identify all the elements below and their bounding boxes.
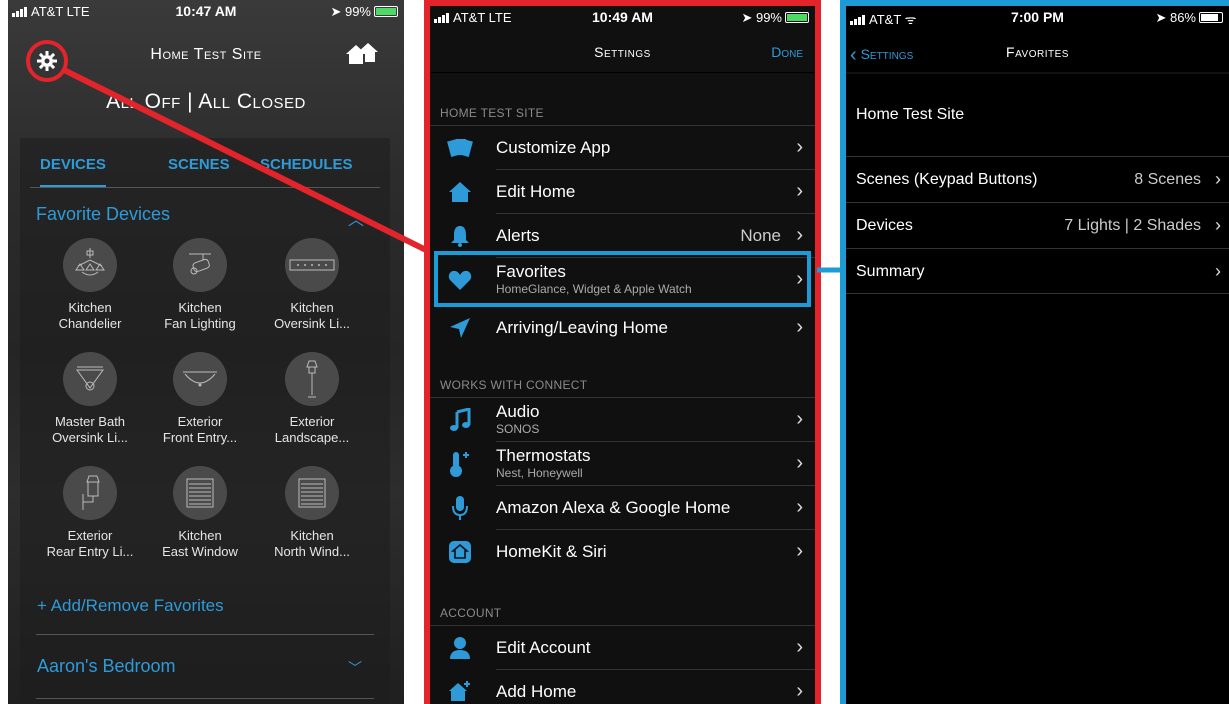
chevron-right-icon: › [796, 636, 803, 658]
status-bar: AT&T LTE 10:47 AM ➤ 99% [8, 0, 404, 22]
settings-row-alexa[interactable]: Amazon Alexa & Google Home › [430, 486, 815, 530]
favorites-screen: AT&T ᯤ 7:00 PM ➤ 86% ‹ Settings Favorite… [840, 0, 1229, 704]
chevron-right-icon: › [1215, 169, 1221, 189]
site-name: Home Test Site [856, 106, 965, 123]
device-tile[interactable]: Exterior Rear Entry Li... [40, 466, 140, 560]
tab-schedules[interactable]: SCHEDULES [260, 156, 353, 173]
pendant-icon [63, 352, 117, 406]
settings-row-arriving[interactable]: Arriving/Leaving Home › [430, 306, 815, 350]
settings-row-thermostats[interactable]: Thermostats Nest, Honeywell › [430, 442, 815, 486]
section-header: HOME TEST SITE [440, 106, 544, 120]
device-tile[interactable]: Kitchen Oversink Li... [262, 238, 362, 332]
status-bar: AT&T LTE 10:49 AM ➤ 99% [430, 6, 815, 28]
settings-row-edit-home[interactable]: Edit Home › [430, 170, 815, 214]
user-icon [446, 634, 474, 662]
battery-percent: 99% [344, 4, 371, 19]
device-tile[interactable]: Kitchen Chandelier [40, 238, 140, 332]
home-icon [446, 178, 474, 206]
music-note-icon [446, 406, 474, 434]
chevron-right-icon: › [796, 224, 803, 246]
chevron-right-icon: › [796, 136, 803, 158]
add-home-icon [446, 678, 474, 704]
ceiling-light-icon [173, 352, 227, 406]
room-heading[interactable]: Aaron's Bedroom [37, 656, 176, 677]
settings-row-add-home[interactable]: Add Home › [430, 670, 815, 704]
nav-bar: Settings Done [430, 34, 815, 70]
location-icon: ➤ [1155, 10, 1167, 25]
chevron-right-icon: › [1215, 261, 1221, 281]
chevron-up-icon[interactable]: ︿ [348, 206, 364, 230]
settings-row-homekit[interactable]: HomeKit & Siri › [430, 530, 815, 574]
page-title: Settings [594, 44, 651, 60]
section-header: ACCOUNT [440, 606, 502, 620]
microphone-icon [446, 494, 474, 522]
battery-percent: 99% [755, 10, 782, 25]
wall-lantern-icon [63, 466, 117, 520]
tab-devices[interactable]: DEVICES [40, 156, 106, 187]
spotlight-icon [173, 238, 227, 292]
shade-icon [173, 466, 227, 520]
chevron-right-icon: › [796, 496, 803, 518]
homekit-icon [446, 538, 474, 566]
summary-status[interactable]: All Off | All Closed [8, 90, 404, 114]
location-icon: ➤ [741, 10, 753, 25]
cards-icon [446, 134, 474, 162]
tab-bar: DEVICES SCENES SCHEDULES [30, 150, 380, 188]
chandelier-icon [63, 238, 117, 292]
add-remove-favorites-link[interactable]: + Add/Remove Favorites [37, 596, 224, 616]
favorites-highlight [434, 251, 811, 307]
device-tile[interactable]: Master Bath Oversink Li... [40, 352, 140, 446]
battery-percent: 86% [1169, 10, 1196, 25]
settings-row-audio[interactable]: Audio SONOS › [430, 398, 815, 442]
favorites-row-summary[interactable]: Summary › [846, 248, 1229, 294]
bell-icon [446, 222, 474, 250]
settings-row-customize[interactable]: Customize App › [430, 126, 815, 170]
divider [36, 634, 374, 635]
location-icon: ➤ [330, 4, 342, 19]
chevron-right-icon: › [796, 408, 803, 430]
settings-screen: AT&T LTE 10:49 AM ➤ 99% Settings Done HO… [424, 0, 821, 704]
tab-scenes[interactable]: SCENES [168, 156, 230, 173]
battery-icon [785, 12, 809, 23]
section-header: WORKS WITH CONNECT [440, 378, 588, 392]
chevron-right-icon: › [796, 540, 803, 562]
strip-light-icon [285, 238, 339, 292]
chevron-right-icon: › [796, 316, 803, 338]
device-tile[interactable]: Kitchen East Window [150, 466, 250, 560]
device-tile[interactable]: Kitchen North Wind... [262, 466, 362, 560]
chevron-right-icon: › [796, 680, 803, 702]
device-tile[interactable]: Exterior Landscape... [262, 352, 362, 446]
device-tile[interactable]: Kitchen Fan Lighting [150, 238, 250, 332]
chevron-right-icon: › [1215, 215, 1221, 235]
favorites-row-scenes[interactable]: Scenes (Keypad Buttons) 8 Scenes › [846, 156, 1229, 202]
favorites-row-devices[interactable]: Devices 7 Lights | 2 Shades › [846, 202, 1229, 248]
done-button[interactable]: Done [771, 44, 803, 60]
divider [36, 698, 374, 699]
landscape-light-icon [285, 352, 339, 406]
devices-panel: DEVICES SCENES SCHEDULES Favorite Device… [20, 138, 390, 704]
favorite-devices-heading[interactable]: Favorite Devices [36, 204, 170, 225]
nav-bar: ‹ Settings Favorites [846, 34, 1229, 70]
status-bar: AT&T ᯤ 7:00 PM ➤ 86% [846, 6, 1229, 28]
location-arrow-icon [446, 314, 474, 342]
page-title: Favorites [1006, 44, 1069, 60]
chevron-right-icon: › [796, 452, 803, 474]
chevron-right-icon: › [796, 180, 803, 202]
battery-icon [374, 6, 398, 17]
device-tile[interactable]: Exterior Front Entry... [150, 352, 250, 446]
shade-icon [285, 466, 339, 520]
settings-row-edit-account[interactable]: Edit Account › [430, 626, 815, 670]
alerts-value: None [740, 226, 781, 245]
homes-icon[interactable] [344, 40, 380, 73]
thermometer-icon [446, 450, 474, 478]
home-screen: AT&T LTE 10:47 AM ➤ 99% Home Test Site A… [8, 0, 404, 704]
battery-icon [1199, 12, 1223, 23]
chevron-down-icon[interactable]: ﹀ [348, 658, 362, 678]
